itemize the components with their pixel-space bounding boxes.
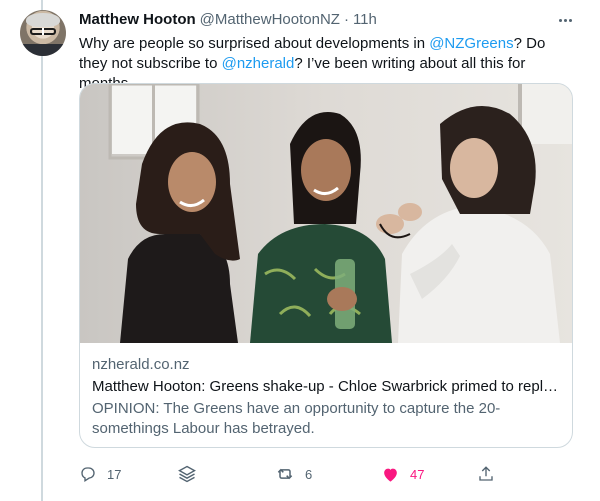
tweet-text-part: Why are people so surprised about develo… xyxy=(79,35,430,52)
avatar[interactable] xyxy=(20,10,66,56)
like-button[interactable]: 47 xyxy=(381,462,424,486)
mention-nzgreens[interactable]: @NZGreens xyxy=(429,35,513,52)
card-domain: nzherald.co.nz xyxy=(92,356,190,373)
card-photo xyxy=(80,84,572,343)
card-title[interactable]: Matthew Hooton: Greens shake-up - Chloe … xyxy=(92,377,562,397)
display-name[interactable]: Matthew Hooton xyxy=(79,10,196,30)
timestamp[interactable]: 11h xyxy=(353,10,377,30)
card-meta: nzherald.co.nz Matthew Hooton: Greens sh… xyxy=(80,343,572,439)
avatar-glasses xyxy=(30,28,56,35)
action-bar: 17 6 47 xyxy=(79,462,509,486)
reply-icon xyxy=(79,465,97,483)
more-icon[interactable] xyxy=(555,10,575,30)
share-button[interactable] xyxy=(477,462,495,486)
tweet[interactable]: Matthew Hooton @MatthewHootonNZ · 11h Wh… xyxy=(0,0,600,501)
tweet-content: Matthew Hooton @MatthewHootonNZ · 11h Wh… xyxy=(79,10,579,94)
layers-icon xyxy=(177,464,197,484)
avatar-shirt xyxy=(20,44,66,56)
heart-icon xyxy=(381,465,400,484)
retweet-icon xyxy=(275,464,295,484)
separator-dot: · xyxy=(343,11,349,28)
reply-count: 17 xyxy=(107,466,122,482)
link-card[interactable]: nzherald.co.nz Matthew Hooton: Greens sh… xyxy=(79,83,573,448)
mention-nzherald[interactable]: @nzherald xyxy=(222,55,295,72)
share-icon xyxy=(477,465,495,483)
user-handle[interactable]: @MatthewHootonNZ xyxy=(200,10,340,30)
card-image[interactable] xyxy=(80,84,572,343)
card-description: OPINION: The Greens have an opportunity … xyxy=(92,400,501,437)
retweet-count: 6 xyxy=(305,466,313,482)
layers-button[interactable] xyxy=(177,462,197,486)
tweet-header: Matthew Hooton @MatthewHootonNZ · 11h xyxy=(79,10,579,30)
avatar-hair xyxy=(26,13,60,27)
like-count: 47 xyxy=(410,466,425,482)
reply-button[interactable]: 17 xyxy=(79,462,121,486)
retweet-button[interactable]: 6 xyxy=(275,462,312,486)
